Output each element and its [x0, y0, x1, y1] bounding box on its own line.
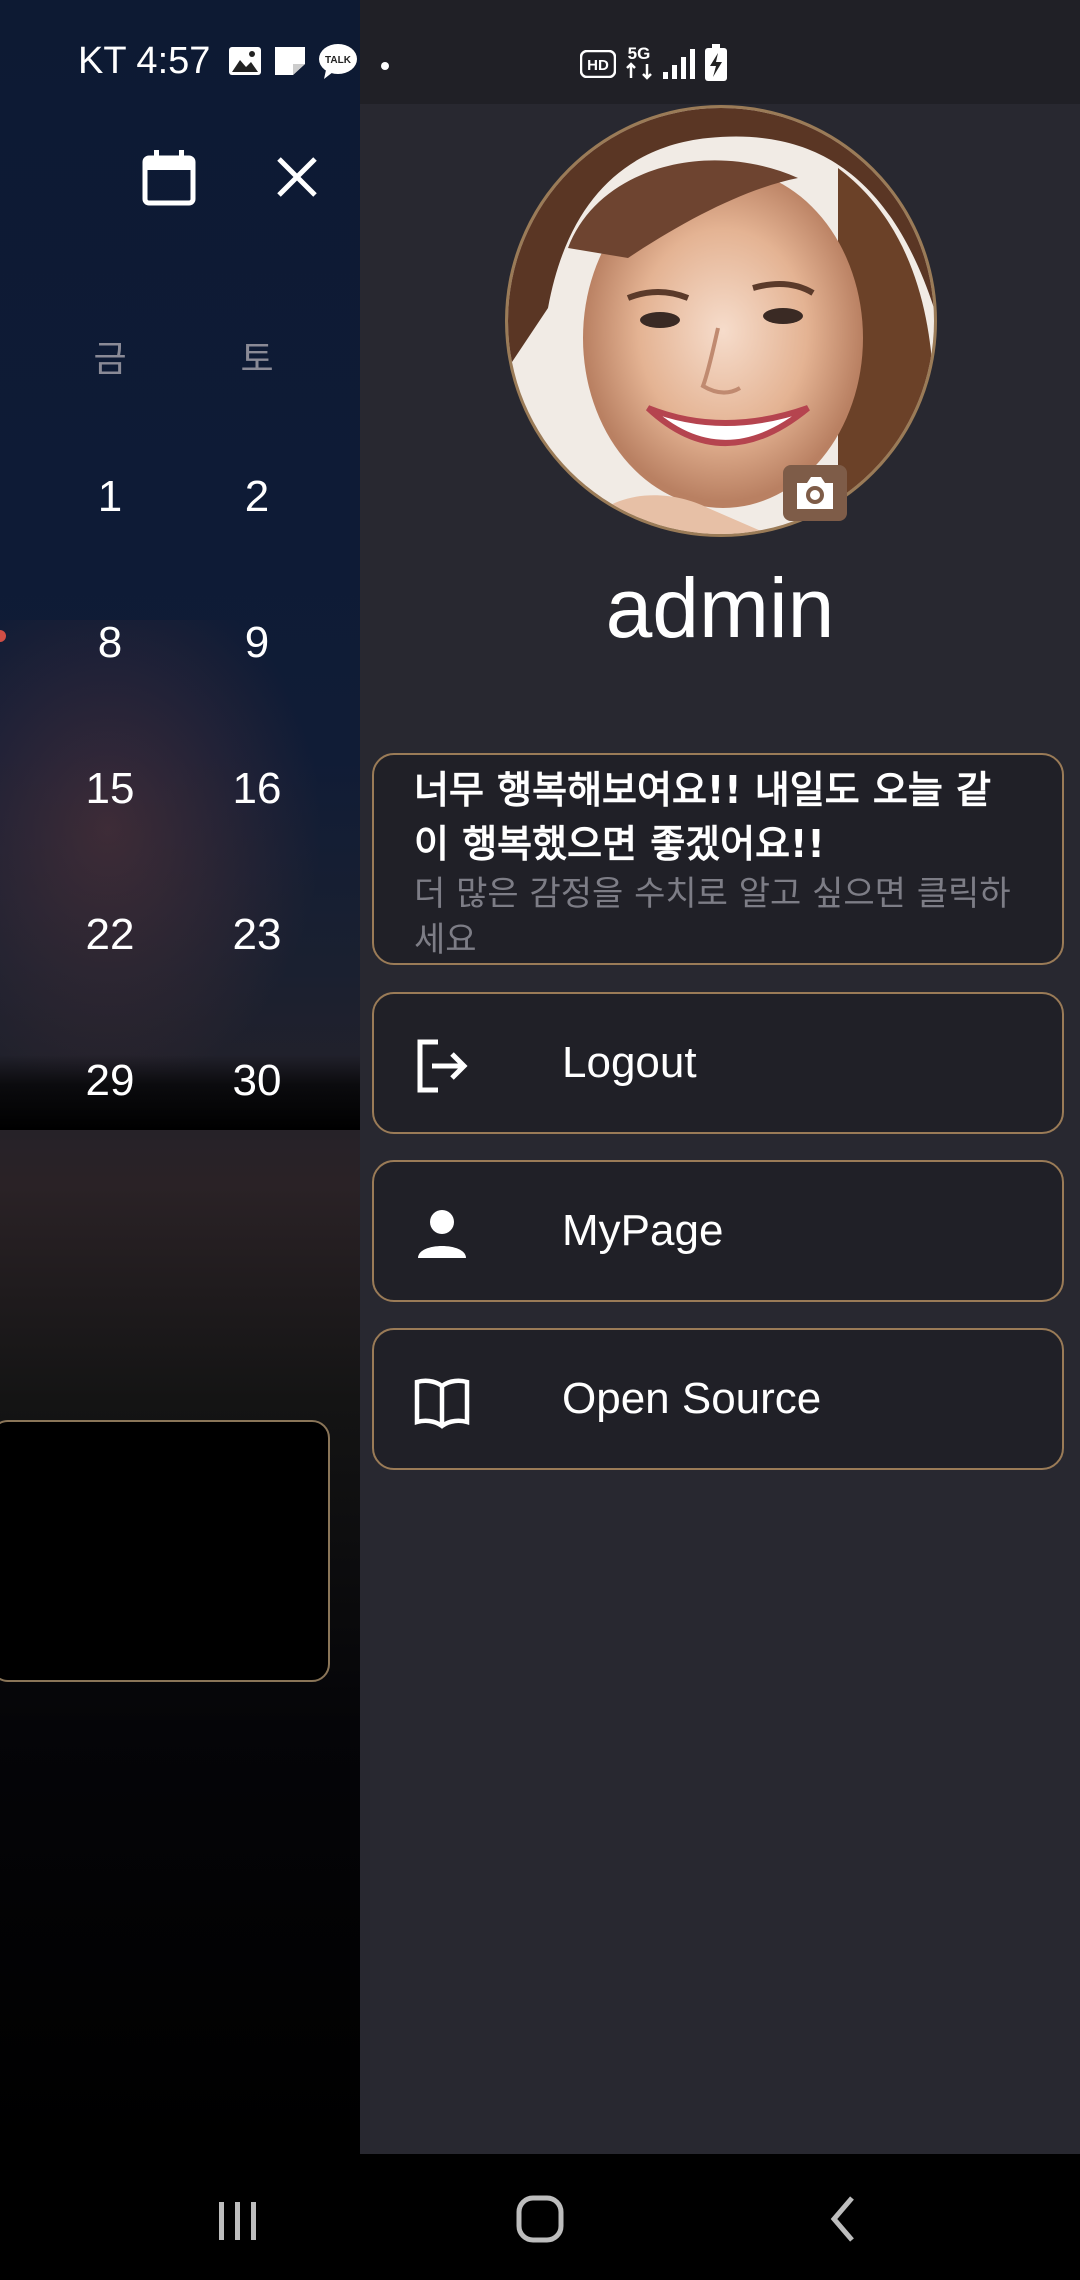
back-icon[interactable]: [808, 2184, 878, 2250]
calendar-day[interactable]: 16: [202, 764, 312, 814]
app-root: { "status_bar": { "carrier_time": "KT 4:…: [0, 0, 1080, 2280]
logout-button[interactable]: Logout: [372, 992, 1064, 1134]
avatar-photo: [505, 105, 937, 537]
calendar-day[interactable]: 2: [202, 472, 312, 522]
emotion-summary-card[interactable]: 너무 행복해보여요!! 내일도 오늘 같이 행복했으면 좋겠어요!! 더 많은 …: [372, 753, 1064, 965]
kakaotalk-icon-text: TALK: [325, 55, 352, 66]
battery-charging-icon: [704, 44, 728, 87]
diary-entry-box[interactable]: [0, 1420, 330, 1682]
mypage-button[interactable]: MyPage: [372, 1160, 1064, 1302]
notification-dot-icon: [380, 58, 390, 76]
gallery-icon: [228, 46, 262, 81]
memo-icon: [274, 46, 306, 81]
5g-icon: 5G: [622, 42, 656, 85]
signal-icon: [662, 48, 696, 85]
username: admin: [605, 561, 835, 655]
status-carrier-time: KT 4:57: [78, 40, 211, 82]
calendar-day[interactable]: 23: [202, 910, 312, 960]
calendar-day[interactable]: 9: [202, 618, 312, 668]
calendar-day[interactable]: 29: [55, 1056, 165, 1106]
system-navigation-bar: [0, 2154, 1080, 2280]
kakaotalk-icon: TALK: [318, 42, 358, 85]
emotion-summary-title: 너무 행복해보여요!! 내일도 오늘 같이 행복했으면 좋겠어요!!: [414, 768, 992, 866]
5g-icon-text: 5G: [628, 44, 651, 63]
camera-icon[interactable]: [783, 465, 847, 521]
status-bar: KT 4:57 TALK HD 5G: [0, 0, 1080, 104]
calendar-icon[interactable]: [142, 150, 196, 206]
emotion-summary-subtitle: 더 많은 감정을 수치로 알고 싶으면 클릭하세요: [414, 874, 1011, 960]
calendar-day[interactable]: 15: [55, 764, 165, 814]
open-source-label: Open Source: [562, 1374, 822, 1423]
close-icon[interactable]: [275, 155, 319, 199]
mypage-label: MyPage: [562, 1206, 724, 1255]
book-icon: [414, 1374, 470, 1430]
recent-apps-icon[interactable]: [203, 2184, 273, 2250]
person-icon: [414, 1206, 470, 1262]
logout-icon: [414, 1038, 470, 1094]
weekday-header-sat: 토: [240, 339, 274, 380]
hd-icon-text: HD: [587, 57, 609, 74]
open-source-button[interactable]: Open Source: [372, 1328, 1064, 1470]
weekday-header-fri: 금: [93, 339, 127, 380]
profile-avatar[interactable]: [505, 105, 937, 537]
calendar-day[interactable]: 22: [55, 910, 165, 960]
home-icon[interactable]: [505, 2184, 575, 2250]
calendar-day[interactable]: 8: [55, 618, 165, 668]
calendar-day[interactable]: 1: [55, 472, 165, 522]
logout-label: Logout: [562, 1038, 697, 1087]
hd-icon: HD: [579, 49, 617, 83]
calendar-day[interactable]: 30: [202, 1056, 312, 1106]
